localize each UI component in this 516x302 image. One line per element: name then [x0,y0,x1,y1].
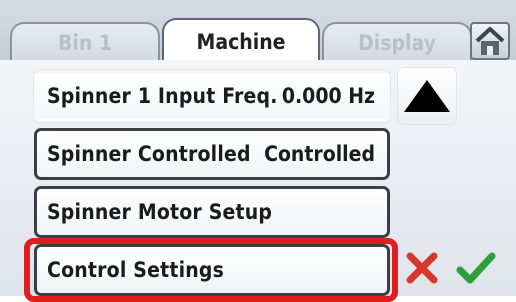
tab-label: Bin 1 [57,31,113,55]
green-check-icon [456,252,496,284]
tab-label: Display [358,31,436,55]
cancel-button[interactable] [404,250,440,286]
row-label: Spinner 1 Input Freq. [47,84,278,108]
row-spinner-1-input-freq: Spinner 1 Input Freq. 0.000 Hz [34,70,390,122]
red-x-icon [406,252,438,284]
row-spinner-controlled[interactable]: Spinner Controlled Controlled [34,128,390,180]
selection-highlight [24,238,398,302]
tab-bin-1[interactable]: Bin 1 [10,22,160,60]
scroll-up-button[interactable] [398,68,456,124]
row-value: 0.000 Hz [281,84,375,108]
row-label: Spinner Controlled [47,142,251,166]
tab-label: Machine [196,30,286,54]
confirm-button[interactable] [456,250,496,286]
tab-machine[interactable]: Machine [162,18,320,62]
tab-display[interactable]: Display [322,22,472,60]
triangle-up-icon [404,80,450,112]
home-button[interactable] [470,22,510,60]
tab-bar: Bin 1 Machine Display [0,0,516,62]
home-icon [475,27,505,55]
row-label: Spinner Motor Setup [47,200,273,224]
row-spinner-motor-setup[interactable]: Spinner Motor Setup [34,186,390,238]
row-value: Controlled [264,142,375,166]
